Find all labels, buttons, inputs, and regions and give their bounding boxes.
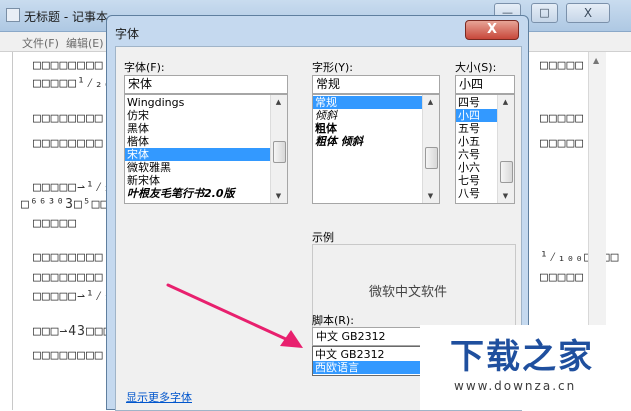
watermark-logo: 下载之家 — [450, 337, 594, 377]
watermark-url: www.downza.cn — [454, 379, 577, 393]
watermark: 下载之家 www.downza.cn — [420, 325, 631, 410]
